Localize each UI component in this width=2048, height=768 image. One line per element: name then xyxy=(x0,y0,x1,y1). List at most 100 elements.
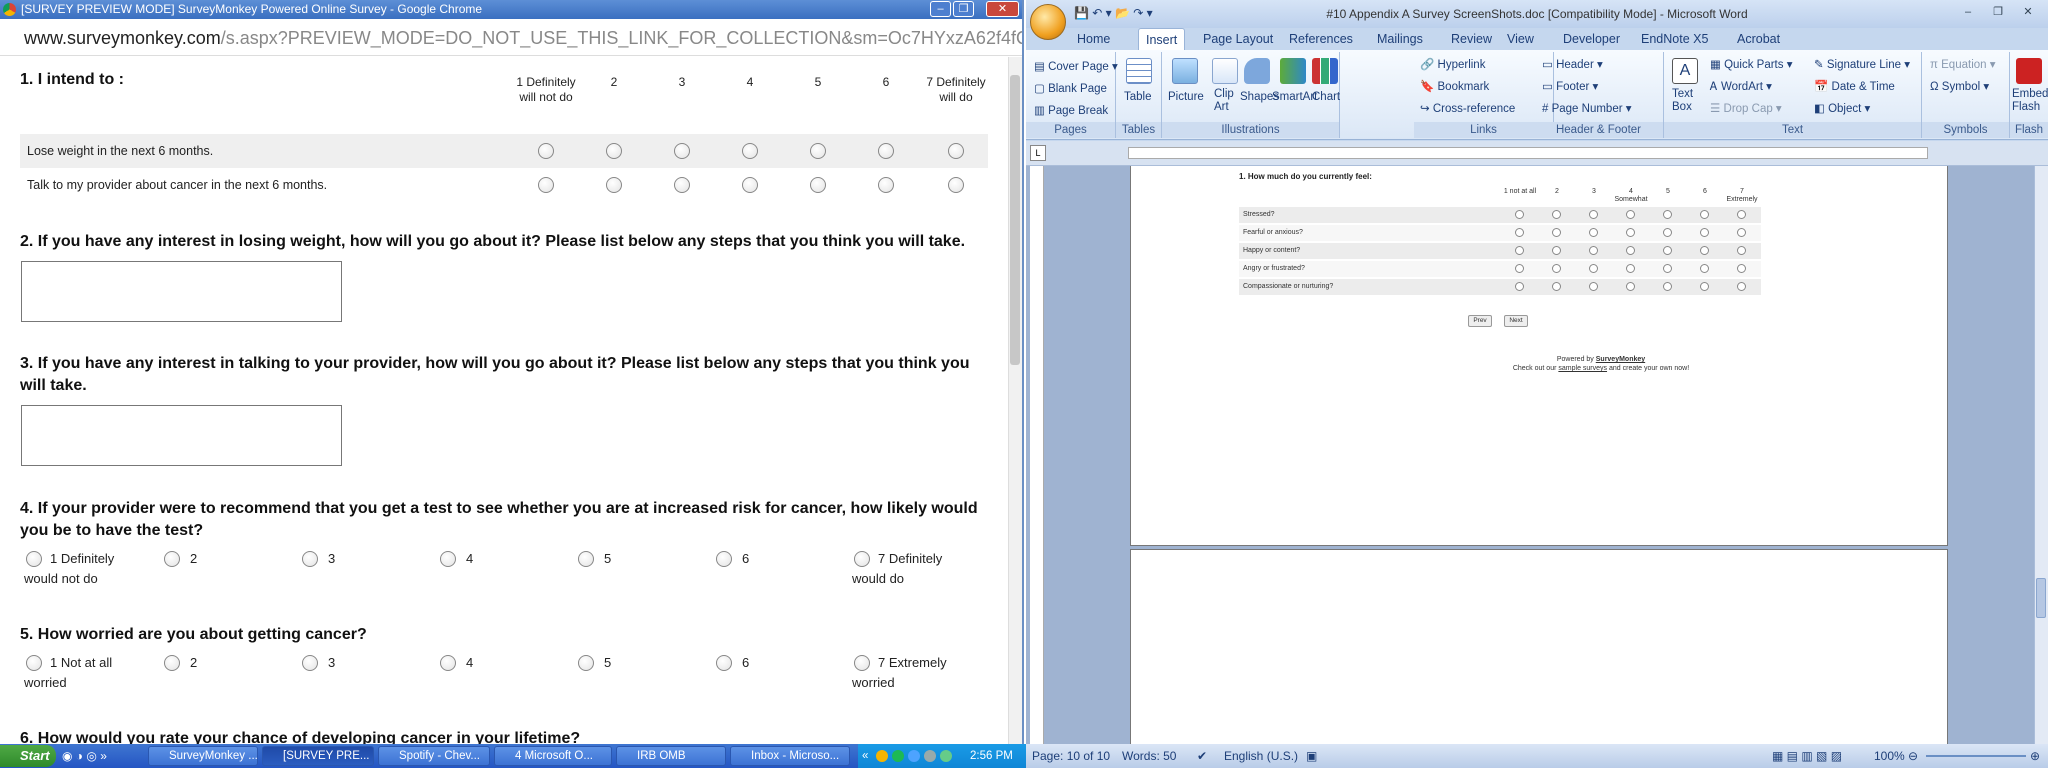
volume-tray-icon[interactable] xyxy=(924,750,936,762)
q1-radio[interactable] xyxy=(606,143,622,159)
smartart-icon[interactable] xyxy=(1280,58,1306,84)
picture-icon[interactable] xyxy=(1172,58,1198,84)
table-button[interactable]: Table xyxy=(1124,88,1152,106)
word-scrollbar[interactable] xyxy=(2034,166,2048,744)
doc-radio[interactable] xyxy=(1700,228,1709,237)
zoom-in-icon[interactable]: ⊕ xyxy=(2030,744,2040,768)
q1-radio[interactable] xyxy=(538,177,554,193)
status-zoom[interactable]: 100% xyxy=(1874,744,1905,768)
doc-radio[interactable] xyxy=(1737,228,1746,237)
ribbon-tab-references[interactable]: References xyxy=(1282,28,1360,50)
doc-radio[interactable] xyxy=(1626,210,1635,219)
q1-radio[interactable] xyxy=(674,143,690,159)
cross-reference-button[interactable]: ↪ Cross-reference xyxy=(1420,100,1515,118)
doc-radio[interactable] xyxy=(1626,264,1635,273)
ribbon-tab-insert[interactable]: Insert xyxy=(1138,28,1186,50)
doc-radio[interactable] xyxy=(1589,228,1598,237)
doc-radio[interactable] xyxy=(1700,264,1709,273)
quick-access-toolbar[interactable]: 💾 ↶ ▾ 📂 ↷ ▾ xyxy=(1074,6,1153,20)
doc-radio[interactable] xyxy=(1589,282,1598,291)
status-words[interactable]: Words: 50 xyxy=(1122,744,1176,768)
tray-app-icon[interactable] xyxy=(876,750,888,762)
start-button[interactable]: Start xyxy=(0,745,56,767)
zoom-slider[interactable] xyxy=(1926,755,2026,757)
doc-radio[interactable] xyxy=(1589,246,1598,255)
doc-radio[interactable] xyxy=(1626,228,1635,237)
hyperlink-button[interactable]: 🔗 Hyperlink xyxy=(1420,56,1485,74)
quick-parts-button[interactable]: ▦ Quick Parts ▾ xyxy=(1710,56,1792,74)
word-close-button[interactable]: ✕ xyxy=(2014,5,2042,19)
doc-radio[interactable] xyxy=(1552,228,1561,237)
q3-textarea[interactable] xyxy=(21,405,342,466)
text-box-button[interactable]: Text Box xyxy=(1672,88,1693,114)
taskbar-button[interactable]: Inbox - Microso... xyxy=(730,746,850,766)
doc-radio[interactable] xyxy=(1626,246,1635,255)
doc-prev-button[interactable]: Prev xyxy=(1468,315,1492,327)
ribbon-tab-page-layout[interactable]: Page Layout xyxy=(1196,28,1280,50)
clock[interactable]: 2:56 PM xyxy=(970,744,1013,768)
page-number-button[interactable]: # Page Number ▾ xyxy=(1542,100,1632,118)
q1-radio[interactable] xyxy=(742,177,758,193)
drop-cap-button[interactable]: ☰ Drop Cap ▾ xyxy=(1710,100,1782,118)
tray-expand-icon[interactable]: « xyxy=(862,744,868,768)
q1-radio[interactable] xyxy=(538,143,554,159)
sample-surveys-link[interactable]: sample surveys xyxy=(1558,365,1607,372)
doc-radio[interactable] xyxy=(1700,246,1709,255)
equation-button[interactable]: π Equation ▾ xyxy=(1930,56,1996,74)
shapes-icon[interactable] xyxy=(1244,58,1270,84)
word-scrollbar-thumb[interactable] xyxy=(2036,578,2046,618)
macro-icon[interactable]: ▣ xyxy=(1306,744,1317,768)
word-minimize-button[interactable]: – xyxy=(1954,5,1982,19)
doc-radio[interactable] xyxy=(1589,264,1598,273)
quick-launch[interactable]: ◉ ◑ ◎ » xyxy=(62,749,107,763)
q1-radio[interactable] xyxy=(674,177,690,193)
signature-line-button[interactable]: ✎ Signature Line ▾ xyxy=(1814,56,1910,74)
flash-icon[interactable] xyxy=(2016,58,2042,84)
spotify-tray-icon[interactable] xyxy=(892,750,904,762)
clip-art-button[interactable]: Clip Art xyxy=(1214,88,1234,114)
taskbar-button[interactable]: 4 Microsoft O... xyxy=(494,746,612,766)
blank-page-button[interactable]: ▢ Blank Page xyxy=(1034,80,1107,98)
status-language[interactable]: English (U.S.) xyxy=(1224,744,1298,768)
taskbar-button[interactable]: [SURVEY PRE... xyxy=(262,746,374,766)
status-page[interactable]: Page: 10 of 10 xyxy=(1032,744,1110,768)
view-buttons[interactable]: ▦ ▤ ▥ ▧ ▨ xyxy=(1772,744,1842,768)
date-time-button[interactable]: 📅 Date & Time xyxy=(1814,78,1895,96)
q1-radio[interactable] xyxy=(948,177,964,193)
doc-radio[interactable] xyxy=(1663,264,1672,273)
restore-button[interactable]: ❐ xyxy=(953,1,974,17)
doc-radio[interactable] xyxy=(1589,210,1598,219)
embed-flash-button[interactable]: Embed Flash xyxy=(2012,88,2048,114)
wordart-button[interactable]: Ꭺ WordArt ▾ xyxy=(1710,78,1772,96)
table-icon[interactable] xyxy=(1126,58,1152,84)
smartart-button[interactable]: SmartArt xyxy=(1272,88,1317,106)
doc-radio[interactable] xyxy=(1515,210,1524,219)
q1-radio[interactable] xyxy=(948,143,964,159)
doc-radio[interactable] xyxy=(1515,264,1524,273)
minimize-button[interactable]: – xyxy=(930,1,951,17)
doc-radio[interactable] xyxy=(1737,282,1746,291)
close-button[interactable]: ✕ xyxy=(986,1,1019,17)
chart-button[interactable]: Chart xyxy=(1312,88,1340,106)
doc-radio[interactable] xyxy=(1663,210,1672,219)
bookmark-button[interactable]: 🔖 Bookmark xyxy=(1420,78,1489,96)
security-tray-icon[interactable] xyxy=(940,750,952,762)
q2-textarea[interactable] xyxy=(21,261,342,322)
chart-icon[interactable] xyxy=(1312,58,1338,84)
taskbar-button[interactable]: SurveyMonkey ... xyxy=(148,746,258,766)
taskbar-button[interactable]: Spotify - Chev... xyxy=(378,746,490,766)
doc-radio[interactable] xyxy=(1700,210,1709,219)
word-restore-button[interactable]: ❐ xyxy=(1984,5,2012,19)
doc-radio[interactable] xyxy=(1663,282,1672,291)
object-button[interactable]: ◧ Object ▾ xyxy=(1814,100,1870,118)
doc-next-button[interactable]: Next xyxy=(1504,315,1528,327)
q1-radio[interactable] xyxy=(742,143,758,159)
symbol-button[interactable]: Ω Symbol ▾ xyxy=(1930,78,1989,96)
doc-radio[interactable] xyxy=(1552,282,1561,291)
network-tray-icon[interactable] xyxy=(908,750,920,762)
zoom-out-icon[interactable]: ⊖ xyxy=(1908,744,1918,768)
doc-radio[interactable] xyxy=(1663,246,1672,255)
doc-radio[interactable] xyxy=(1515,228,1524,237)
q1-radio[interactable] xyxy=(810,143,826,159)
doc-radio[interactable] xyxy=(1552,264,1561,273)
